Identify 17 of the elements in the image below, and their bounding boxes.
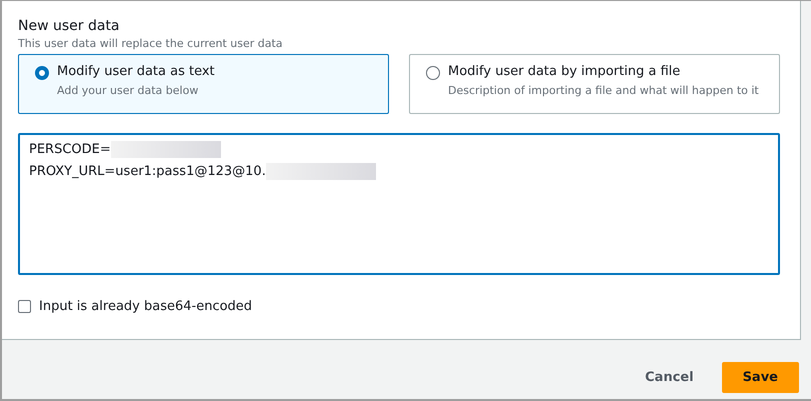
radio-tile[interactable]: Modify user data by importing a file Description of importing a file and what will happen to it xyxy=(409,54,780,114)
section-title: New user data xyxy=(18,18,121,34)
radio-tile[interactable]: Modify user data as text Add your user data below xyxy=(18,54,389,114)
option-description: Description of importing a file and what will happen to it xyxy=(448,84,759,97)
save-button[interactable]: Save xyxy=(722,362,799,393)
cancel-button[interactable]: Cancel xyxy=(637,362,702,393)
user-data-textarea[interactable]: PERSCODE= PROXY_URL=user1:pass1@123@10. xyxy=(18,133,780,275)
radio-button[interactable] xyxy=(426,66,440,80)
section-description: This user data will replace the current user data xyxy=(18,37,284,50)
code-line: PERSCODE= xyxy=(29,142,111,156)
radio-button[interactable] xyxy=(35,66,49,80)
option-label: Modify user data by importing a file xyxy=(448,64,682,79)
option-label: Modify user data as text xyxy=(57,64,215,79)
checkbox-label: Input is already base64-encoded xyxy=(39,299,252,314)
code-line: PROXY_URL=user1:pass1@123@10. xyxy=(29,164,266,178)
option-description: Add your user data below xyxy=(57,84,200,97)
checkbox[interactable] xyxy=(18,300,31,313)
